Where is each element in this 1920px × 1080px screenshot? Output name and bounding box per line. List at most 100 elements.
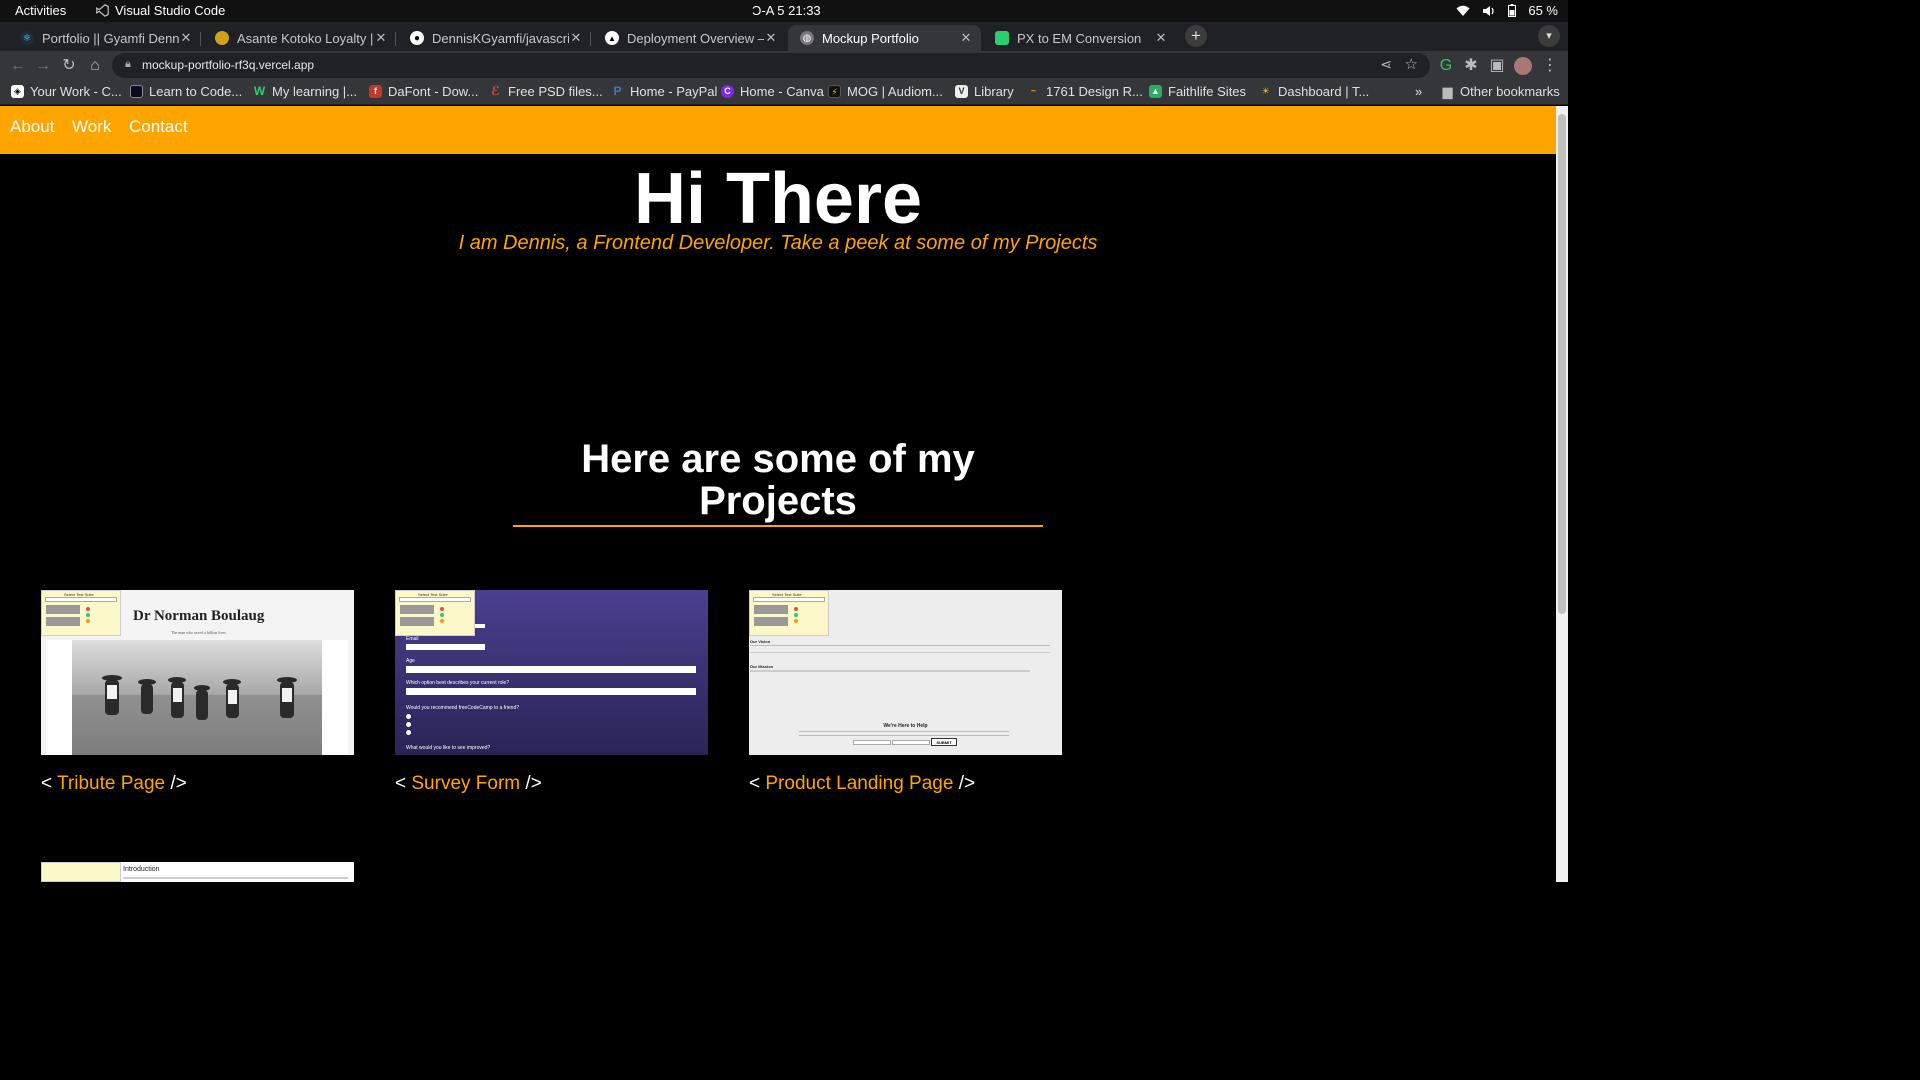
other-bookmarks-folder[interactable]: ▆ Other bookmarks <box>1441 84 1560 99</box>
w-icon: W <box>253 84 266 98</box>
bookmark-codepen[interactable]: ◈ Your Work - C... <box>11 84 122 99</box>
close-icon[interactable]: ✕ <box>764 30 778 46</box>
tab-search-button[interactable]: ▾ <box>1538 25 1560 47</box>
close-icon[interactable]: ✕ <box>569 30 583 46</box>
bookmark-label: MOG | Audiom... <box>847 84 943 99</box>
landing-vision-text <box>750 645 1050 653</box>
page-viewport: About Work Contact Hi There I am Dennis,… <box>0 106 1556 882</box>
volume-icon <box>1483 5 1495 16</box>
nav-link-about[interactable]: About <box>10 117 54 137</box>
project-link-product-landing-page[interactable]: Product Landing Page <box>765 773 953 794</box>
product-landing-thumbnail[interactable]: Select Test Suite Our Vision Our Mission… <box>749 590 1062 755</box>
tab-mockup-portfolio[interactable]: ◍ Mockup Portfolio ✕ <box>788 25 981 51</box>
bookmark-label: Your Work - C... <box>30 84 122 99</box>
back-icon[interactable]: ← <box>8 56 28 76</box>
bookmark-1761-design[interactable]: ~1761 Design R... <box>1027 84 1143 99</box>
close-icon[interactable]: ✕ <box>959 30 973 46</box>
landing-help-heading: We're Here to Help <box>883 723 928 729</box>
survey-name-input <box>475 624 485 628</box>
github-icon: ● <box>410 31 424 45</box>
profile-avatar[interactable] <box>1514 57 1532 75</box>
bookmark-faithlife[interactable]: ▲ Faithlife Sites <box>1149 84 1246 99</box>
dafont-icon: f <box>369 85 382 98</box>
tab-kotoko[interactable]: Asante Kotoko Loyalty | P ✕ <box>203 25 396 51</box>
tag-open: < <box>395 773 412 794</box>
site-navbar: About Work Contact <box>0 106 1556 154</box>
nav-link-work[interactable]: Work <box>72 117 111 137</box>
close-icon[interactable]: ✕ <box>374 30 388 46</box>
tab-px-to-em[interactable]: PX to EM Conversion ✕ <box>983 25 1176 51</box>
close-icon[interactable]: ✕ <box>1154 30 1168 46</box>
tribute-page-thumbnail[interactable]: Select Test Suite Dr Norman Boulaug The … <box>41 590 354 755</box>
scrollbar-thumb[interactable] <box>1558 114 1566 614</box>
bookmark-dafont[interactable]: f DaFont - Dow... <box>369 84 478 99</box>
bookmark-free-psd[interactable]: ℰ Free PSD files... <box>489 84 603 99</box>
extensions-icon[interactable]: ✱ <box>1461 56 1481 76</box>
bookmark-freecodecamp[interactable]: Learn to Code... <box>130 84 242 99</box>
grammarly-icon[interactable]: G <box>1436 56 1456 76</box>
forward-icon[interactable]: → <box>33 56 53 76</box>
bookmark-label: Home - Canva <box>740 84 824 99</box>
survey-form-thumbnail[interactable]: Select Test Suite Email Age Which option… <box>395 590 708 755</box>
survey-radio-no <box>406 722 411 727</box>
bookmark-star-icon[interactable]: ☆ <box>1405 55 1418 73</box>
system-tray[interactable]: 65 % <box>1456 3 1558 18</box>
close-icon[interactable]: ✕ <box>179 30 193 46</box>
landing-message-input <box>892 740 930 745</box>
survey-age-input <box>406 666 696 673</box>
survey-improve-label: What would you like to see improved? <box>406 745 491 751</box>
bookmark-mog[interactable]: ⚡︎ MOG | Audiom... <box>828 84 943 99</box>
bookmark-label: My learning |... <box>272 84 358 99</box>
react-icon: ⚛ <box>20 31 34 45</box>
bookmark-label: Dashboard | T... <box>1278 84 1370 99</box>
side-panel-icon[interactable]: ▣ <box>1487 56 1507 76</box>
survey-role-select <box>406 688 696 695</box>
tag-close: /> <box>953 773 976 794</box>
page-scrollbar[interactable] <box>1556 106 1568 882</box>
tab-vercel[interactable]: ▲ Deployment Overview – D ✕ <box>593 25 786 51</box>
clock[interactable]: Ɔ-A 5 21:33 <box>752 3 821 18</box>
browser-tab-strip: ⚛ Portfolio || Gyamfi Dennis ✕ Asante Ko… <box>0 22 1568 51</box>
psd-icon: ℰ <box>491 84 500 98</box>
landing-name-input <box>853 740 891 745</box>
activities-button[interactable]: Activities <box>15 3 66 18</box>
tab-title: Asante Kotoko Loyalty | P <box>237 30 374 46</box>
reload-icon[interactable]: ↻ <box>59 56 79 76</box>
lock-icon[interactable]: 🔒︎ <box>125 58 137 72</box>
nav-link-contact[interactable]: Contact <box>129 117 188 137</box>
app-menu[interactable]: Visual Studio Code <box>96 3 225 18</box>
new-tab-button[interactable]: + <box>1185 25 1207 47</box>
survey-email-input <box>406 644 485 650</box>
tribute-preview-caption: The man who saved a billion lives <box>171 630 226 635</box>
pxtoem-icon <box>995 31 1009 45</box>
canva-icon: C <box>721 85 734 98</box>
tab-title: Deployment Overview – D <box>627 30 764 46</box>
bookmark-library[interactable]: V Library <box>955 84 1014 99</box>
url-text[interactable]: mockup-portfolio-rf3q.vercel.app <box>142 58 314 72</box>
share-icon[interactable]: ⋖ <box>1380 56 1392 73</box>
freecodecamp-icon <box>130 85 143 98</box>
tag-open: < <box>41 773 58 794</box>
menu-icon[interactable]: ⋮ <box>1540 56 1560 76</box>
bookmark-dashboard[interactable]: ☀︎ Dashboard | T... <box>1259 84 1369 99</box>
bookmark-paypal[interactable]: P Home - PayPal <box>611 84 717 99</box>
vercel-icon: ▲ <box>605 31 619 45</box>
survey-radio-cant-tell <box>406 730 411 735</box>
bookmarks-overflow-button[interactable]: » <box>1415 84 1422 99</box>
tab-portfolio[interactable]: ⚛ Portfolio || Gyamfi Dennis ✕ <box>8 25 201 51</box>
project-link-tribute-page[interactable]: Tribute Page <box>57 773 165 794</box>
home-icon[interactable]: ⌂ <box>85 56 105 76</box>
app-name: Visual Studio Code <box>115 3 226 18</box>
technical-doc-thumbnail[interactable]: Introduction <box>41 862 354 882</box>
bookmark-label: Faithlife Sites <box>1168 84 1247 99</box>
survey-age-label: Age <box>406 658 415 664</box>
wifi-icon <box>1456 5 1470 16</box>
project-link-survey-form[interactable]: Survey Form <box>411 773 520 794</box>
test-suite-overlay: Select Test Suite <box>749 590 829 636</box>
library-icon: V <box>955 85 968 98</box>
bookmark-canva[interactable]: C Home - Canva <box>721 84 824 99</box>
tab-github[interactable]: ● DennisKGyamfi/javascrip ✕ <box>398 25 591 51</box>
tag-close: /> <box>165 773 187 794</box>
bookmark-my-learning[interactable]: W My learning |... <box>253 84 357 99</box>
address-bar[interactable]: 🔒︎ mockup-portfolio-rf3q.vercel.app ⋖ ☆ <box>112 53 1430 78</box>
